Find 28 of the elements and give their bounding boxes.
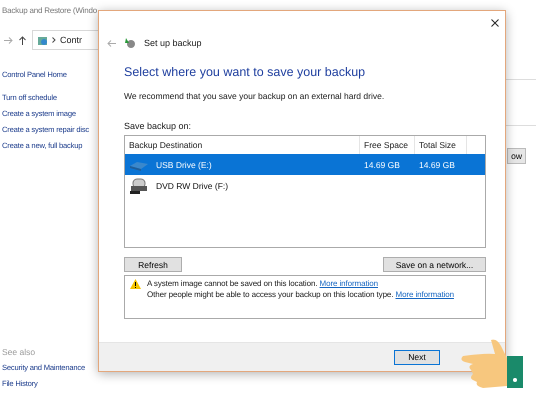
total-size-cell-text: 14.69 GB — [418, 160, 456, 170]
warning-icon — [130, 279, 141, 289]
dialog-heading: Select where you want to save your backup — [124, 65, 366, 79]
control-panel-icon — [37, 34, 48, 46]
chevron-icon — [52, 37, 56, 43]
destination-name: DVD RW Drive (F:) — [155, 180, 230, 190]
destination-row[interactable]: USB Drive (E:) 14.69 GB 14.69 GB — [125, 154, 485, 175]
more-information-link[interactable]: More information — [396, 290, 454, 299]
close-icon[interactable] — [491, 19, 499, 27]
backup-icon — [124, 37, 136, 49]
next-button[interactable]: Next — [394, 350, 440, 364]
destination-name: USB Drive (E:) — [155, 160, 213, 170]
free-space-cell-text: 14.69 GB — [363, 160, 401, 170]
refresh-button[interactable]: Refresh — [124, 257, 182, 272]
destination-row[interactable]: DVD RW Drive (F:) — [125, 175, 485, 196]
notice-text: Other people might be able to access your backup on this location type. More information — [147, 290, 454, 299]
save-on-network-button[interactable]: Save on a network... — [383, 257, 486, 272]
address-text: Contr — [60, 35, 82, 45]
dialog-title: Set up backup — [144, 38, 202, 48]
more-information-link[interactable]: More information — [320, 279, 378, 288]
partial-button[interactable]: ow — [507, 148, 526, 164]
description-text: We recommend that you save your backup on an external hard drive. — [124, 91, 386, 101]
see-also-heading: See also — [2, 346, 36, 359]
notice-text: A system image cannot be saved on this location. More information — [147, 279, 379, 288]
list-label: Save backup on: — [124, 121, 192, 131]
up-arrow-icon[interactable] — [19, 36, 26, 44]
dvd-drive-icon — [129, 178, 149, 194]
window-title: Backup and Restore (Windo — [1, 5, 98, 17]
